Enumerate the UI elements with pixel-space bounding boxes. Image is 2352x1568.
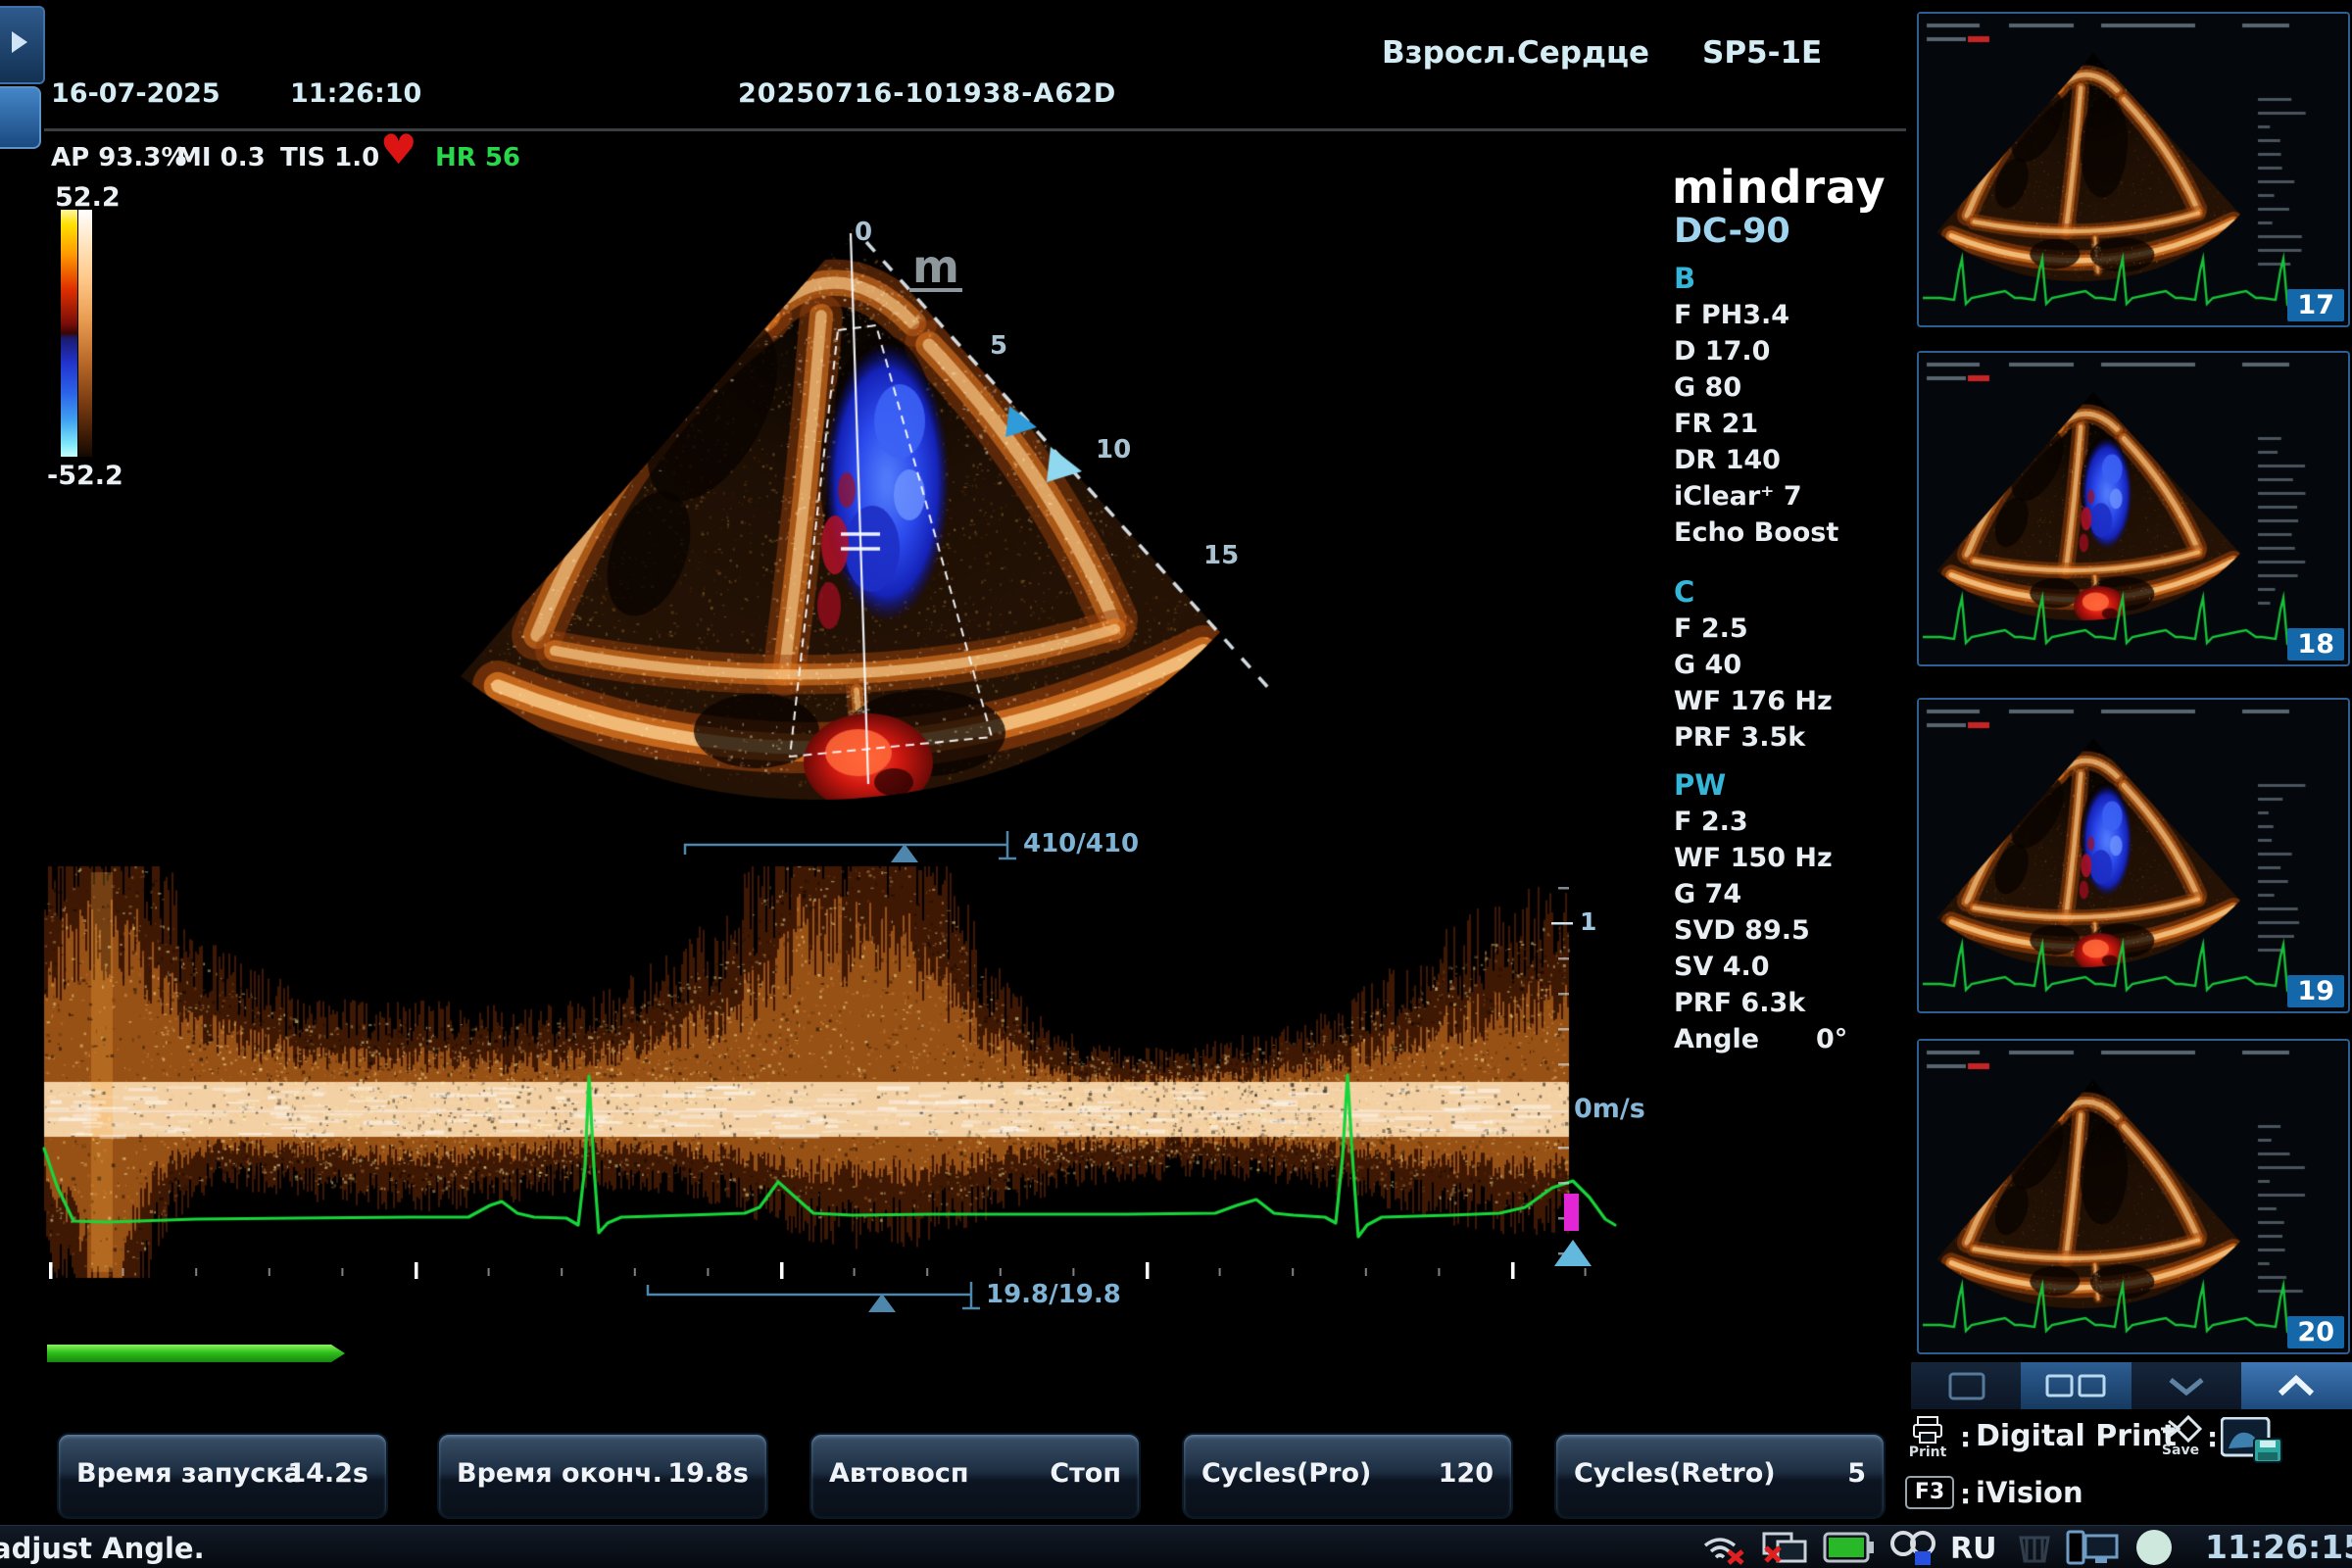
param-row: D 17.0 bbox=[1674, 333, 1838, 369]
save-image-button[interactable] bbox=[2221, 1417, 2285, 1470]
print-key-label: Print bbox=[1899, 1445, 1956, 1460]
chevron-down-icon bbox=[2132, 1362, 2241, 1409]
layout-single-button[interactable] bbox=[1911, 1362, 2021, 1409]
param-row: F 2.3 bbox=[1674, 804, 1847, 840]
dual-frame-icon bbox=[2021, 1362, 2132, 1409]
b-mode-params: B F PH3.4D 17.0G 80FR 21DR 140iClear⁺ 7E… bbox=[1674, 261, 1838, 551]
page-down-button[interactable] bbox=[2132, 1362, 2241, 1409]
param-row: DR 140 bbox=[1674, 442, 1838, 478]
pw-mode-title: PW bbox=[1674, 767, 1847, 804]
softkey-value: 120 bbox=[1439, 1458, 1494, 1489]
layout-dual-button[interactable] bbox=[2021, 1362, 2132, 1409]
sweep-cursor-bar bbox=[1564, 1194, 1579, 1231]
clip-thumbnail-17[interactable]: 17 bbox=[1917, 12, 2350, 327]
param-row: G 40 bbox=[1674, 647, 1833, 683]
f3-key-label: F3 bbox=[1905, 1476, 1954, 1509]
display-disconnected-icon[interactable] bbox=[1760, 1530, 1815, 1565]
softkey-value: 5 bbox=[1847, 1458, 1866, 1489]
clip-number-badge: 17 bbox=[2287, 289, 2344, 321]
clip-number-badge: 19 bbox=[2287, 975, 2344, 1007]
param-row: WF 150 Hz bbox=[1674, 840, 1847, 876]
chevron-up-icon bbox=[2241, 1362, 2352, 1409]
image-save-icon bbox=[2221, 1417, 2285, 1466]
status-message: adjust Angle. bbox=[0, 1532, 205, 1565]
clip-thumbnail-18[interactable]: 18 bbox=[1917, 351, 2350, 666]
softkey-cycles-pro[interactable]: Cycles(Pro) 120 bbox=[1182, 1433, 1513, 1519]
param-row-angle: Angle0° bbox=[1674, 1021, 1847, 1057]
softkey-autoplay[interactable]: Автовосп Стоп bbox=[809, 1433, 1141, 1519]
clip-thumbnail-19[interactable]: 19 bbox=[1917, 698, 2350, 1013]
frame-scrubber-track bbox=[685, 831, 1016, 858]
param-row: FR 21 bbox=[1674, 406, 1838, 442]
computer-icon[interactable] bbox=[2066, 1530, 2121, 1565]
print-key[interactable]: Print bbox=[1899, 1415, 1956, 1460]
softkey-label: Время запуска bbox=[76, 1458, 302, 1489]
clip-number-badge: 20 bbox=[2287, 1316, 2344, 1348]
param-row: PRF 6.3k bbox=[1674, 985, 1847, 1021]
softkey-label: Cycles(Pro) bbox=[1201, 1458, 1371, 1489]
softkey-label: Время оконч. bbox=[457, 1458, 662, 1489]
softkey-value: 19.8s bbox=[667, 1458, 749, 1489]
save-key[interactable]: Save bbox=[2152, 1413, 2209, 1458]
color-mode-title: C bbox=[1674, 574, 1833, 611]
printer-icon bbox=[1911, 1415, 1944, 1445]
recycle-bin-icon[interactable] bbox=[2013, 1530, 2056, 1565]
separator: : bbox=[2207, 1421, 2218, 1453]
status-orb-icon[interactable] bbox=[2136, 1530, 2172, 1565]
single-frame-icon bbox=[1911, 1362, 2021, 1409]
color-mode-params: C F 2.5G 40WF 176 HzPRF 3.5k bbox=[1674, 574, 1833, 756]
softkey-label: Cycles(Retro) bbox=[1574, 1458, 1776, 1489]
clock: 11:26:15 bbox=[2205, 1528, 2352, 1566]
separator: : bbox=[1960, 1421, 1971, 1453]
b-mode-title: B bbox=[1674, 261, 1838, 297]
page-up-button[interactable] bbox=[2241, 1362, 2352, 1409]
time-scrubber-track bbox=[648, 1282, 980, 1308]
pw-mode-params: PW F 2.3WF 150 HzG 74SVD 89.5SV 4.0PRF 6… bbox=[1674, 767, 1847, 1057]
param-row: PRF 3.5k bbox=[1674, 719, 1833, 756]
model-label: DC-90 bbox=[1674, 212, 1790, 251]
digital-print-label[interactable]: Digital Print bbox=[1976, 1419, 2177, 1453]
save-key-label: Save bbox=[2152, 1443, 2209, 1458]
camera-icon[interactable] bbox=[1889, 1530, 1938, 1567]
ultrasound-screen: Взросл.Сердце SP5-1E 16-07-2025 11:26:10… bbox=[0, 0, 2352, 1568]
softkey-end-time[interactable]: Время оконч.19.8s bbox=[437, 1433, 768, 1519]
softkey-cycles-retro[interactable]: Cycles(Retro) 5 bbox=[1554, 1433, 1886, 1519]
save-icon bbox=[2159, 1413, 2202, 1445]
softkey-value: 14.2s bbox=[287, 1458, 368, 1489]
clip-number-badge: 18 bbox=[2287, 628, 2344, 661]
param-row: SVD 89.5 bbox=[1674, 912, 1847, 949]
separator: : bbox=[1960, 1478, 1971, 1510]
cine-progress-bar[interactable] bbox=[47, 1345, 345, 1362]
softkey-start-time[interactable]: Время запуска14.2s bbox=[57, 1433, 388, 1519]
clip-thumbnail-20[interactable]: 20 bbox=[1917, 1039, 2350, 1354]
param-row: Echo Boost bbox=[1674, 514, 1838, 551]
battery-icon[interactable] bbox=[1823, 1532, 1876, 1563]
keyboard-language-indicator[interactable]: RU bbox=[1950, 1532, 1996, 1566]
ivision-label[interactable]: iVision bbox=[1976, 1476, 2083, 1509]
wifi-disconnected-icon[interactable] bbox=[1699, 1532, 1750, 1565]
param-row: G 80 bbox=[1674, 369, 1838, 406]
frame-scrubber-handle[interactable] bbox=[891, 844, 918, 862]
softkey-label: Автовосп bbox=[829, 1458, 968, 1489]
softkey-value: Стоп bbox=[1050, 1458, 1121, 1489]
param-row: iClear⁺ 7 bbox=[1674, 478, 1838, 514]
time-scrubber-handle[interactable] bbox=[868, 1294, 896, 1312]
taskbar: adjust Angle. RU 11:26:15 bbox=[0, 1525, 2352, 1568]
param-row: F PH3.4 bbox=[1674, 297, 1838, 333]
brand-logo: mindray bbox=[1672, 161, 1886, 214]
param-row: G 74 bbox=[1674, 876, 1847, 912]
param-row: SV 4.0 bbox=[1674, 949, 1847, 985]
param-row: WF 176 Hz bbox=[1674, 683, 1833, 719]
time-axis-ticks bbox=[49, 1262, 1587, 1279]
param-row: F 2.5 bbox=[1674, 611, 1833, 647]
